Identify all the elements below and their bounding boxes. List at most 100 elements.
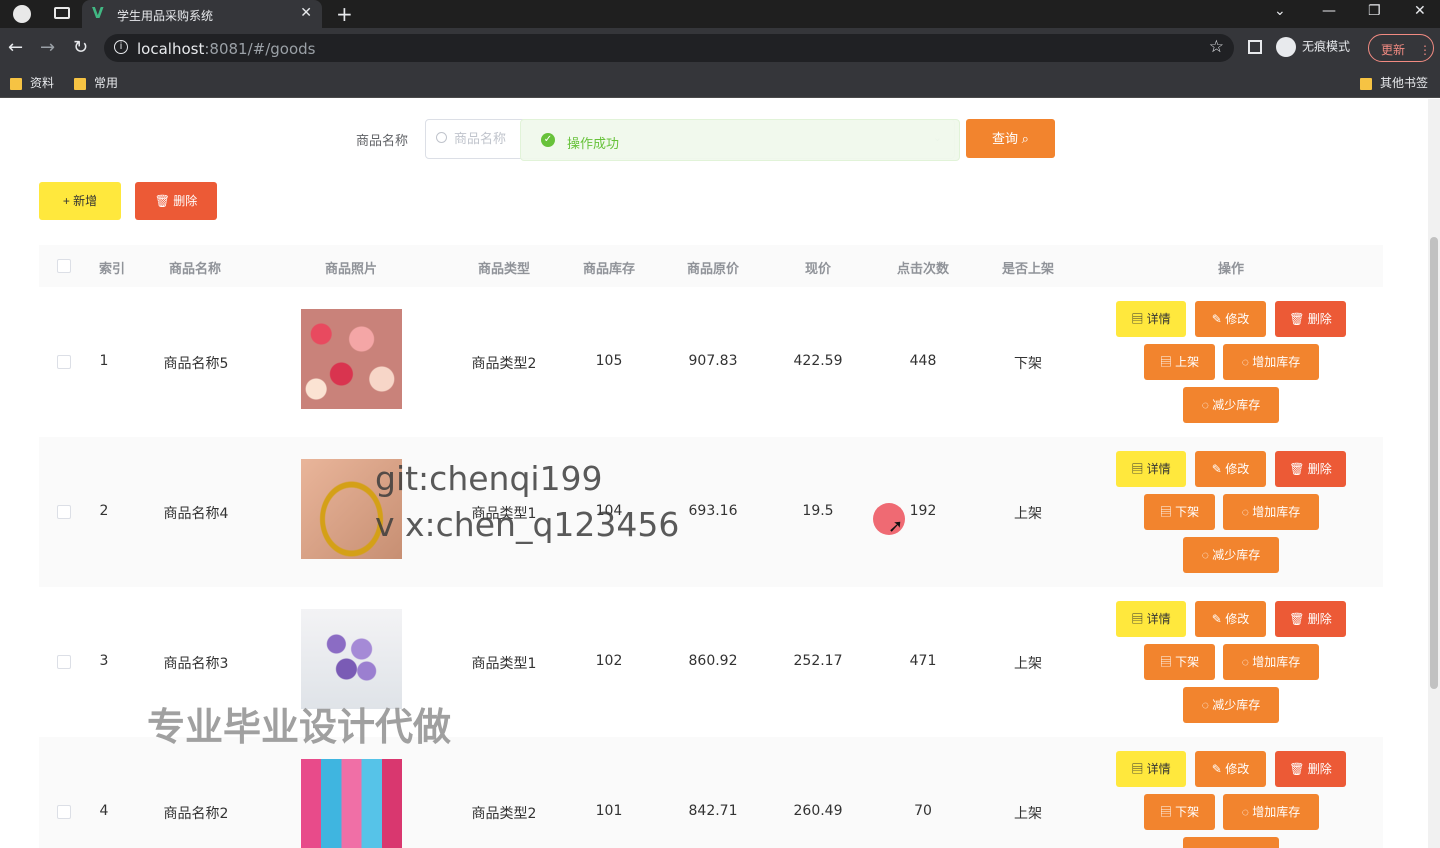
toggle-listing-button[interactable]: ▤ 上架 [1144, 344, 1215, 380]
row-checkbox[interactable] [57, 805, 71, 819]
reload-icon[interactable]: ↻ [73, 37, 88, 58]
detail-button[interactable]: ▤ 详情 [1116, 601, 1186, 637]
browser-tab[interactable]: V 学生用品采购系统 ✕ [82, 0, 322, 28]
row-checkbox[interactable] [57, 355, 71, 369]
cell-original-price: 860.92 [688, 653, 738, 669]
add-button[interactable]: + 新增 [39, 182, 121, 220]
batch-delete-button[interactable]: 🗑 删除 [135, 182, 217, 220]
url-path: :8081/#/goods [204, 40, 316, 58]
success-toast: ✓ 操作成功 [520, 119, 960, 161]
toast-message: 操作成功 [567, 137, 620, 152]
goods-photo[interactable] [301, 309, 402, 409]
bulb-icon: ◌ [1241, 355, 1249, 369]
edit-button[interactable]: ✎ 修改 [1195, 601, 1266, 637]
select-all-checkbox[interactable] [57, 259, 71, 273]
cell-price: 422.59 [793, 353, 843, 369]
bulb-icon: ◌ [1241, 505, 1249, 519]
toggle-listing-button[interactable]: ▤ 下架 [1144, 644, 1215, 680]
delete-button[interactable]: 🗑 删除 [1275, 601, 1346, 637]
detail-button[interactable]: ▤ 详情 [1116, 301, 1186, 337]
site-info-icon[interactable]: i [114, 40, 128, 54]
restore-icon[interactable]: ❐ [1368, 3, 1381, 19]
incognito-indicator[interactable]: 无痕模式 [1276, 37, 1350, 57]
delete-button[interactable]: 🗑 删除 [1275, 451, 1346, 487]
bulb-icon: ◌ [1201, 398, 1209, 412]
watermark-git: git:chenqi199 [375, 459, 603, 498]
back-icon[interactable]: ← [8, 37, 23, 58]
reduce-stock-button[interactable]: ◌ 减少库存 [1183, 387, 1279, 423]
row-checkbox[interactable] [57, 655, 71, 669]
delete-button[interactable]: 🗑 删除 [1275, 751, 1346, 787]
pencil-icon: ✎ [1211, 312, 1222, 326]
table-row: 1 商品名称5 商品类型2 105 907.83 422.59 448 下架 ▤… [39, 287, 1383, 437]
tab-close-icon[interactable]: ✕ [300, 5, 312, 21]
watermark-ad: 专业毕业设计代做 [147, 705, 452, 749]
bookmark-folder-2[interactable]: 常用 [74, 74, 118, 91]
cell-original-price: 842.71 [688, 803, 738, 819]
detail-button[interactable]: ▤ 详情 [1116, 751, 1186, 787]
side-panel-icon[interactable] [1248, 40, 1262, 54]
cell-name: 商品名称2 [163, 806, 229, 822]
toggle-listing-button[interactable]: ▤ 下架 [1144, 794, 1215, 830]
search-label: 商品名称 [356, 134, 409, 149]
detail-button[interactable]: ▤ 详情 [1116, 451, 1186, 487]
cell-price: 260.49 [793, 803, 843, 819]
new-tab-icon[interactable]: + [336, 2, 353, 26]
cell-listed: 上架 [1014, 506, 1042, 522]
document-icon: ▤ [1159, 655, 1172, 669]
bookmarks-bar: 资料 常用 其他书签 [0, 68, 1440, 98]
cell-name: 商品名称3 [163, 656, 229, 672]
trash-icon: 🗑 [1289, 312, 1305, 326]
document-icon: ▤ [1159, 355, 1172, 369]
cell-original-price: 693.16 [688, 503, 738, 519]
bulb-icon: ◌ [1201, 698, 1209, 712]
window-icon[interactable] [54, 7, 70, 19]
delete-button[interactable]: 🗑 删除 [1275, 301, 1346, 337]
url-host: localhost [137, 40, 205, 58]
minimize-icon[interactable]: — [1322, 3, 1336, 19]
add-stock-button[interactable]: ◌ 增加库存 [1223, 344, 1319, 380]
forward-icon[interactable]: → [40, 37, 55, 58]
url-input[interactable]: i localhost:8081/#/goods ☆ [104, 34, 1234, 62]
goods-photo[interactable] [301, 759, 402, 848]
vue-logo-icon: V [92, 4, 104, 22]
browser-profile-icon[interactable] [13, 5, 31, 23]
pencil-icon: ✎ [1211, 612, 1222, 626]
cell-clicks: 70 [914, 803, 932, 819]
edit-button[interactable]: ✎ 修改 [1195, 301, 1266, 337]
scrollbar-thumb[interactable] [1430, 237, 1438, 689]
reduce-stock-button[interactable]: ◌ 减少库存 [1183, 687, 1279, 723]
bookmark-star-icon[interactable]: ☆ [1209, 37, 1224, 57]
tab-title: 学生用品采购系统 [117, 9, 214, 23]
goods-photo[interactable] [301, 609, 402, 709]
bookmark-folder-1[interactable]: 资料 [10, 74, 54, 91]
update-button[interactable]: 更新 ⋮ [1368, 34, 1434, 62]
cell-index: 2 [99, 503, 109, 519]
add-stock-button[interactable]: ◌ 增加库存 [1223, 494, 1319, 530]
header-stock: 商品库存 [582, 262, 635, 277]
other-bookmarks[interactable]: 其他书签 [1360, 74, 1428, 91]
cell-type: 商品类型2 [471, 806, 537, 822]
close-window-icon[interactable]: ✕ [1414, 3, 1426, 19]
query-button[interactable]: 查询 ⌕ [966, 119, 1055, 158]
search-icon [436, 132, 447, 143]
header-clicks: 点击次数 [896, 262, 949, 277]
header-name: 商品名称 [168, 262, 221, 277]
header-price: 现价 [804, 262, 831, 277]
add-stock-button[interactable]: ◌ 增加库存 [1223, 794, 1319, 830]
toggle-listing-button[interactable]: ▤ 下架 [1144, 494, 1215, 530]
page-scrollbar[interactable] [1428, 99, 1440, 848]
row-checkbox[interactable] [57, 505, 71, 519]
cell-price: 252.17 [793, 653, 843, 669]
cell-stock: 101 [595, 803, 623, 819]
edit-button[interactable]: ✎ 修改 [1195, 751, 1266, 787]
header-type: 商品类型 [477, 262, 530, 277]
tab-list-icon[interactable]: ⌄ [1274, 3, 1286, 19]
cell-price: 19.5 [802, 503, 834, 519]
reduce-stock-button[interactable]: ◌ 减少库存 [1183, 537, 1279, 573]
incognito-label: 无痕模式 [1302, 39, 1351, 54]
edit-button[interactable]: ✎ 修改 [1195, 451, 1266, 487]
document-icon: ▤ [1131, 612, 1144, 626]
reduce-stock-button[interactable]: ◌ 减少库存 [1183, 837, 1279, 848]
add-stock-button[interactable]: ◌ 增加库存 [1223, 644, 1319, 680]
